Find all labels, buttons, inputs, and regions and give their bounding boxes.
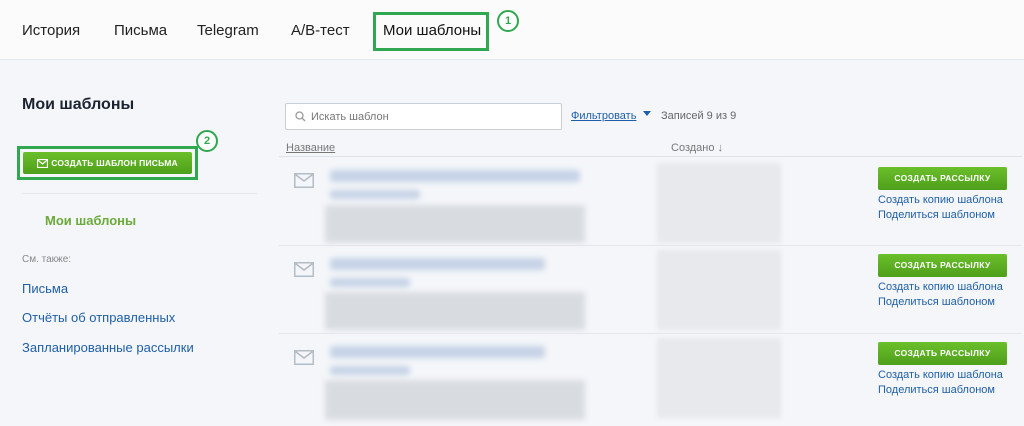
template-subtitle-blurred <box>330 366 410 375</box>
copy-template-link[interactable]: Создать копию шаблона <box>878 369 1003 381</box>
template-subtitle-blurred <box>330 278 410 287</box>
sidebar-link-reports[interactable]: Отчёты об отправленных <box>22 310 175 325</box>
sidebar-link-scheduled[interactable]: Запланированные рассылки <box>22 340 194 355</box>
created-date-blurred <box>657 163 781 243</box>
create-template-button[interactable]: СОЗДАТЬ ШАБЛОН ПИСЬМА <box>23 152 192 174</box>
share-template-link[interactable]: Поделиться шаблоном <box>878 296 995 308</box>
tab-history[interactable]: История <box>22 22 80 39</box>
search-box <box>285 103 562 130</box>
row-divider <box>279 333 1022 334</box>
search-icon <box>295 111 306 122</box>
step-badge-2: 2 <box>196 130 218 152</box>
envelope-icon <box>294 173 314 188</box>
template-preview-blurred <box>325 292 585 330</box>
share-template-link[interactable]: Поделиться шаблоном <box>878 209 995 221</box>
template-preview-blurred <box>325 205 585 243</box>
tab-letters[interactable]: Письма <box>114 22 167 39</box>
records-count: Записей 9 из 9 <box>661 110 737 122</box>
envelope-icon <box>294 350 314 365</box>
column-header-name[interactable]: Название <box>286 142 335 154</box>
envelope-icon <box>37 158 49 169</box>
copy-template-link[interactable]: Создать копию шаблона <box>878 281 1003 293</box>
filter-link[interactable]: Фильтровать <box>571 110 636 122</box>
copy-template-link[interactable]: Создать копию шаблона <box>878 194 1003 206</box>
tab-ab-test[interactable]: A/B-тест <box>291 22 350 39</box>
sidebar-item-my-templates[interactable]: Мои шаблоны <box>45 213 136 228</box>
tab-telegram[interactable]: Telegram <box>197 22 259 39</box>
table-header-divider <box>279 156 1022 157</box>
search-input[interactable] <box>311 108 556 126</box>
sidebar-link-letters[interactable]: Письма <box>22 281 68 296</box>
column-header-created[interactable]: Создано ↓ <box>671 142 723 154</box>
create-mailing-button[interactable]: СОЗДАТЬ РАССЫЛКУ <box>878 254 1007 277</box>
top-nav: История Письма Telegram A/B-тест Мои шаб… <box>0 0 1024 60</box>
envelope-icon <box>294 262 314 277</box>
template-name-blurred[interactable] <box>330 346 545 358</box>
see-also-label: См. также: <box>22 254 72 265</box>
created-date-blurred <box>657 250 781 330</box>
chevron-down-icon[interactable] <box>643 111 651 116</box>
create-mailing-button[interactable]: СОЗДАТЬ РАССЫЛКУ <box>878 167 1007 190</box>
row-divider <box>279 245 1022 246</box>
sidebar-divider <box>22 193 257 194</box>
template-name-blurred[interactable] <box>330 170 580 182</box>
template-name-blurred[interactable] <box>330 258 545 270</box>
create-template-label: СОЗДАТЬ ШАБЛОН ПИСЬМА <box>51 158 178 168</box>
template-preview-blurred <box>325 380 585 420</box>
share-template-link[interactable]: Поделиться шаблоном <box>878 384 995 396</box>
page-title: Мои шаблоны <box>22 96 135 113</box>
tab-my-templates[interactable]: Мои шаблоны <box>383 22 481 39</box>
template-subtitle-blurred <box>330 190 420 199</box>
created-date-blurred <box>657 338 781 418</box>
step-badge-1: 1 <box>497 10 519 32</box>
create-mailing-button[interactable]: СОЗДАТЬ РАССЫЛКУ <box>878 342 1007 365</box>
